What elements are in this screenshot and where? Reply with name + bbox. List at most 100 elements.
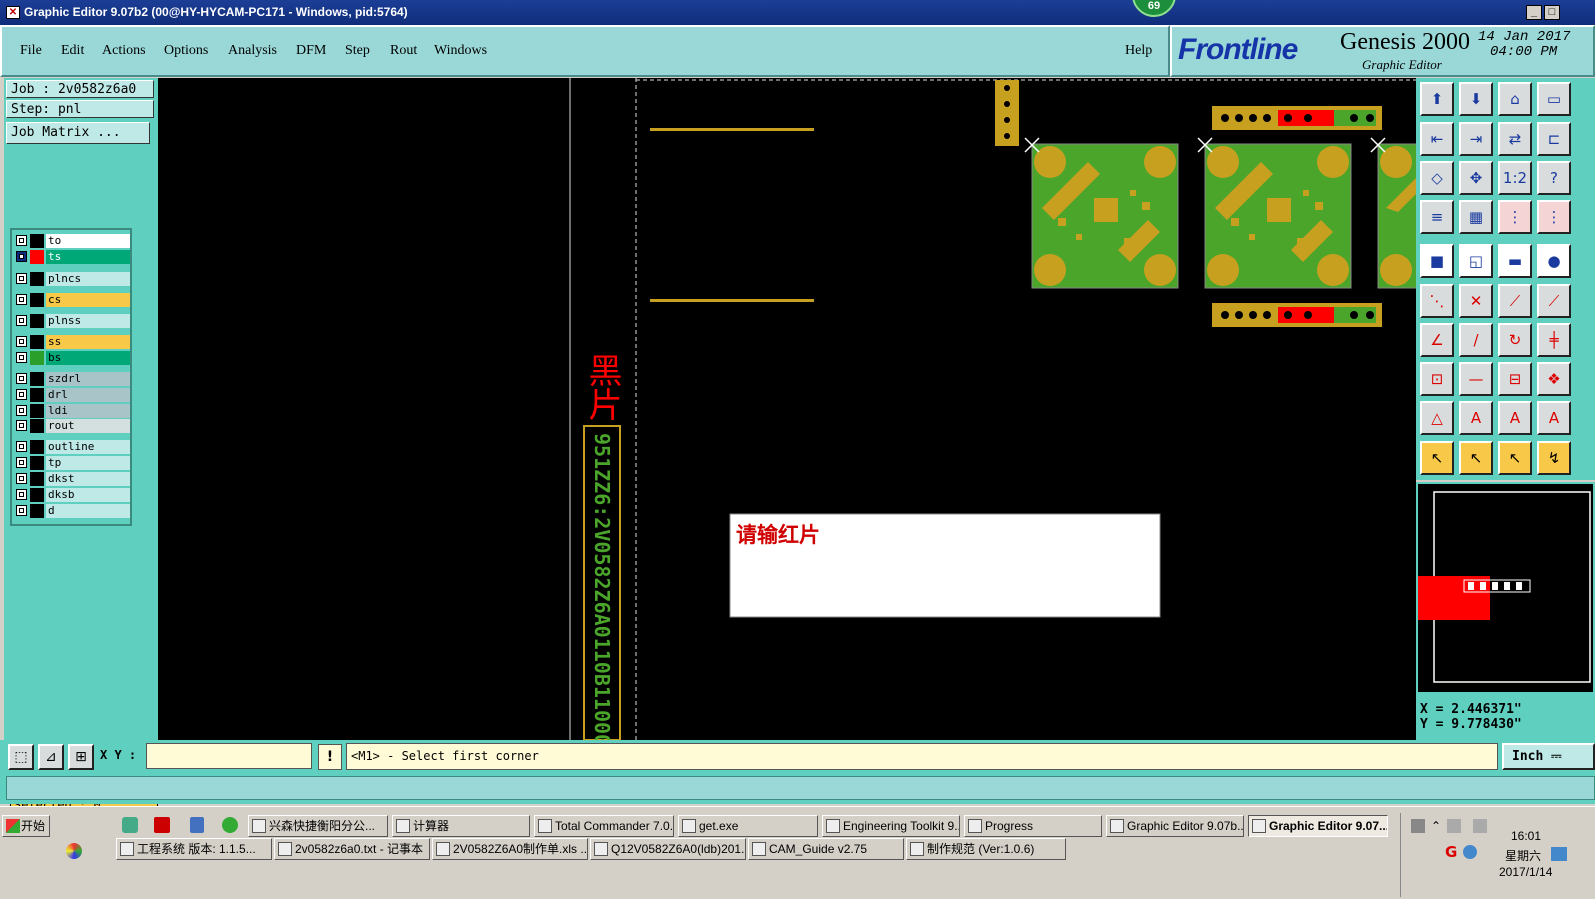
excl-button[interactable]: ! <box>318 744 342 770</box>
menu-help[interactable]: Help <box>1125 43 1152 59</box>
help-icon[interactable]: ? <box>1537 161 1571 195</box>
tray-app-icon[interactable] <box>1463 845 1477 859</box>
tray-expand-icon[interactable]: ⌃ <box>1431 819 1441 833</box>
layer-checkbox[interactable] <box>16 505 27 516</box>
home-icon[interactable]: ⬆ <box>1420 82 1454 116</box>
start-button[interactable]: 开始 <box>2 815 50 837</box>
camera-icon[interactable]: ■ <box>1420 244 1454 278</box>
dimension-icon[interactable]: ⊟ <box>1498 362 1532 396</box>
arch2-icon[interactable]: A <box>1537 401 1571 435</box>
tray-g-icon[interactable]: G <box>1445 843 1457 861</box>
layer-row-drl[interactable]: drl <box>14 388 130 402</box>
layer-checkbox[interactable] <box>16 441 27 452</box>
filter-icon[interactable]: ≡ <box>1420 200 1454 234</box>
layer-checkbox[interactable] <box>16 336 27 347</box>
dim-red-icon[interactable]: ⊡ <box>1420 362 1454 396</box>
arrow-left-icon[interactable]: ⇤ <box>1420 122 1454 156</box>
browser-icon[interactable] <box>222 817 238 833</box>
layer-checkbox[interactable] <box>16 389 27 400</box>
layer-row-d[interactable]: d <box>14 504 130 518</box>
layer-row-tp[interactable]: tp <box>14 456 130 470</box>
tabs-icon[interactable]: ╪ <box>1537 323 1571 357</box>
layer-row-outline[interactable]: outline <box>14 440 130 454</box>
task-button[interactable]: Progress <box>964 815 1102 837</box>
layer-row-dkst[interactable]: dkst <box>14 472 130 486</box>
square-blue-icon[interactable]: ❖ <box>1537 362 1571 396</box>
zoom-center-icon[interactable]: ✥ <box>1459 161 1493 195</box>
house-icon[interactable]: ⌂ <box>1498 82 1532 116</box>
tray-keyboard-icon[interactable] <box>1411 819 1425 833</box>
layer-row-szdrl[interactable]: szdrl <box>14 372 130 386</box>
graphic-canvas[interactable]: 951ZZ6:2V0582Z6A0110B11000258 黑片 请输红片 <box>158 78 1416 740</box>
select2-icon[interactable]: ↖ <box>1459 441 1493 475</box>
transform-icon[interactable]: ◱ <box>1459 244 1493 278</box>
snap-center-icon[interactable]: ✕ <box>1459 284 1493 318</box>
layer-row-to[interactable]: to <box>14 234 130 248</box>
zoom-fit-icon[interactable]: ◇ <box>1420 161 1454 195</box>
ql-app-icon[interactable] <box>122 817 138 833</box>
maximize-icon[interactable]: □ <box>1544 5 1560 20</box>
layer-checkbox[interactable] <box>16 235 27 246</box>
snap-icon[interactable]: ⬚ <box>8 744 34 770</box>
task-button[interactable]: 兴森快捷衡阳分公... <box>248 815 388 837</box>
layer-row-cs[interactable]: cs <box>14 293 130 307</box>
tray-monitor-icon[interactable] <box>1551 847 1567 861</box>
task-button[interactable]: CAM_Guide v2.75 <box>748 838 904 860</box>
layer-row-ts[interactable]: ts <box>14 250 130 264</box>
menu-windows[interactable]: Windows <box>434 43 487 59</box>
menu-file[interactable]: File <box>20 43 42 59</box>
grid-icon[interactable]: ▦ <box>1459 200 1493 234</box>
layer-checkbox[interactable] <box>16 273 27 284</box>
xy-input[interactable] <box>146 743 312 769</box>
rotate-icon[interactable]: ↻ <box>1498 323 1532 357</box>
layer-checkbox[interactable] <box>16 315 27 326</box>
menu-rout[interactable]: Rout <box>390 43 417 59</box>
quicklaunch-icon[interactable] <box>60 837 88 865</box>
menu-step[interactable]: Step <box>345 43 370 59</box>
menu-analysis[interactable]: Analysis <box>228 43 277 59</box>
tray-network-icon[interactable] <box>1473 819 1487 833</box>
select-icon[interactable]: ↖ <box>1420 441 1454 475</box>
layer-row-plnss[interactable]: plnss <box>14 314 130 328</box>
minimize-icon[interactable]: _ <box>1526 5 1542 20</box>
layer-row-bs[interactable]: bs <box>14 351 130 365</box>
layer-row-ldi[interactable]: ldi <box>14 404 130 418</box>
menu-dfm[interactable]: DFM <box>296 43 326 59</box>
layer-row-dksb[interactable]: dksb <box>14 488 130 502</box>
select3-icon[interactable]: ↖ <box>1498 441 1532 475</box>
notification-badge[interactable]: 69 <box>1132 0 1176 17</box>
task-button[interactable]: 工程系统 版本: 1.1.5... <box>116 838 272 860</box>
acrobat-icon[interactable] <box>154 817 170 833</box>
task-button[interactable]: 2V0582Z6A0制作单.xls ... <box>432 838 588 860</box>
unit-selector[interactable]: Inch ⎓ <box>1502 743 1595 770</box>
layer-checkbox[interactable] <box>16 473 27 484</box>
triangle-icon[interactable]: △ <box>1420 401 1454 435</box>
layer-checkbox[interactable] <box>16 373 27 384</box>
task-button[interactable]: 2v0582z6a0.txt - 记事本 <box>274 838 430 860</box>
arch-icon[interactable]: A <box>1498 401 1532 435</box>
doc-icon[interactable] <box>190 817 204 833</box>
angle-icon[interactable]: ∠ <box>1420 323 1454 357</box>
layer-checkbox[interactable] <box>16 489 27 500</box>
measure-icon[interactable]: ⊿ <box>38 744 64 770</box>
red-layers-icon[interactable]: ⋮ <box>1498 200 1532 234</box>
stack-icon[interactable]: ⊏ <box>1537 122 1571 156</box>
task-button[interactable]: 计算器 <box>392 815 530 837</box>
task-button[interactable]: Graphic Editor 9.07... <box>1248 815 1388 837</box>
layer-row-ss[interactable]: ss <box>14 335 130 349</box>
layer-checkbox[interactable] <box>16 405 27 416</box>
layer-checkbox[interactable] <box>16 251 27 262</box>
layer-row-rout[interactable]: rout <box>14 419 130 433</box>
layer-checkbox[interactable] <box>16 457 27 468</box>
ruler-icon[interactable]: ▬ <box>1498 244 1532 278</box>
task-button[interactable]: get.exe <box>678 815 818 837</box>
layer-checkbox[interactable] <box>16 420 27 431</box>
grid-window-icon[interactable]: ▭ <box>1537 82 1571 116</box>
layer-checkbox[interactable] <box>16 352 27 363</box>
menu-edit[interactable]: Edit <box>61 43 84 59</box>
circle-pad-icon[interactable]: ● <box>1537 244 1571 278</box>
task-button[interactable]: Engineering Toolkit 9.... <box>822 815 960 837</box>
arrow-right-icon[interactable]: ⇥ <box>1459 122 1493 156</box>
task-button[interactable]: 制作规范 (Ver:1.0.6) <box>906 838 1066 860</box>
menu-options[interactable]: Options <box>164 43 208 59</box>
